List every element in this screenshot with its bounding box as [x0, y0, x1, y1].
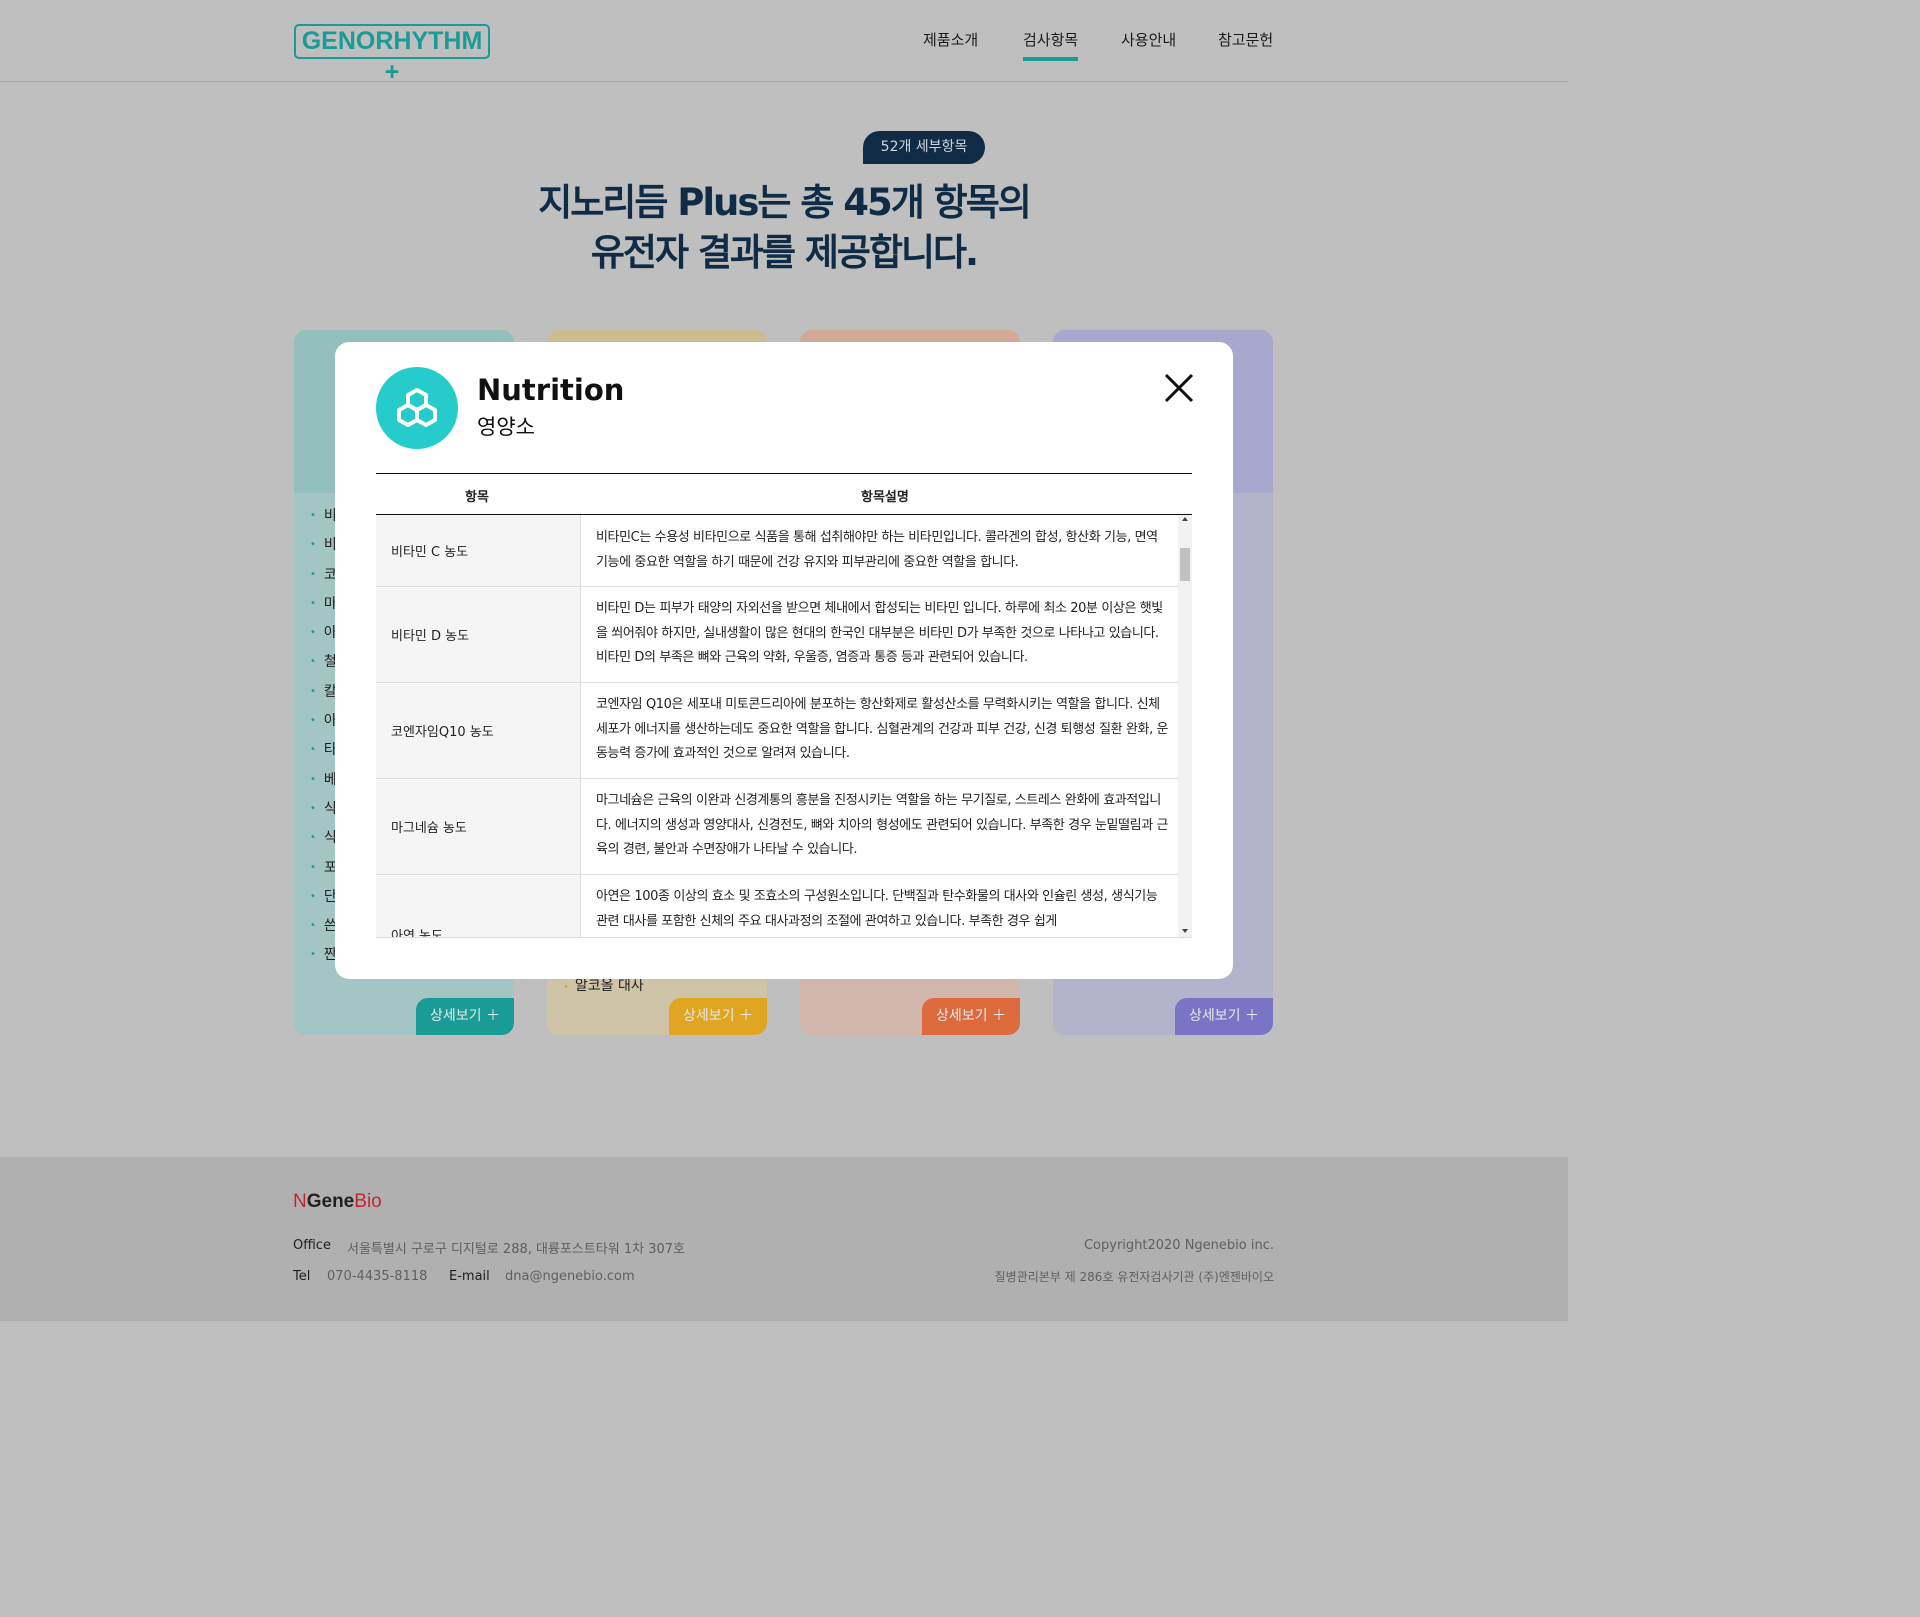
item-description: 비타민 D는 피부가 태양의 자외선을 받으면 체내에서 합성되는 비타민 입니…	[596, 601, 1163, 665]
item-name-cell: 아연 농도	[376, 875, 581, 938]
site-footer: NGeneBio Office 서울특별시 구로구 디지털로 288, 대륭포스…	[0, 1157, 1568, 1321]
item-name: 마그네슘 농도	[391, 821, 467, 836]
item-description: 마그네슘은 근육의 이완과 신경계통의 흥분을 진정시키는 역할을 하는 무기질…	[596, 793, 1169, 857]
list-item: 식	[310, 795, 337, 824]
nutrition-more-button[interactable]: 상세보기 ＋	[416, 998, 514, 1035]
more-button-label: 상세보기	[683, 1008, 735, 1024]
column-header-description: 항목설명	[861, 490, 909, 505]
scroll-up-arrow-icon[interactable]	[1182, 517, 1188, 521]
office-label: Office	[293, 1238, 331, 1253]
list-item: 칼	[310, 678, 337, 707]
item-name-cell: 비타민 D 농도	[376, 587, 581, 682]
nav-item-test-items[interactable]: 검사항목	[1023, 29, 1079, 61]
third-more-button[interactable]: 상세보기 ＋	[922, 998, 1020, 1035]
nutrition-icon-circle	[376, 367, 458, 449]
item-name-cell: 비타민 C 농도	[376, 515, 581, 586]
hexagon-cluster-icon	[397, 388, 437, 427]
table-body[interactable]: 비타민 C 농도 비타민C는 수용성 비타민으로 식품을 통해 섭취해야만 하는…	[376, 515, 1192, 938]
list-item: 아	[310, 707, 337, 736]
modal-subtitle: 영양소	[477, 415, 535, 439]
card-nutrition-list: 비 비 코 마 아 철 칼 아 타 베 식 식 포 단 쓴 짠	[310, 502, 337, 971]
nutrition-modal: Nutrition 영양소 항목 항목설명 비타민 C 농도 비타민C는 수용성…	[335, 342, 1233, 979]
list-item: 마	[310, 590, 337, 619]
ngenebio-logo: NGeneBio	[293, 1191, 382, 1212]
list-item: 철	[310, 648, 337, 677]
hero-headline-line1: 지노리듬 Plus는 총 45개 항목의	[538, 181, 1032, 224]
modal-title: Nutrition	[477, 373, 625, 407]
hero-headline-line2: 유전자 결과를 제공합니다.	[590, 231, 979, 274]
nav-item-product[interactable]: 제품소개	[923, 29, 978, 50]
table-scrollbar[interactable]	[1178, 515, 1192, 937]
table-header: 항목 항목설명	[376, 473, 1192, 515]
list-item: 코	[310, 561, 337, 590]
office-address: 서울특별시 구로구 디지털로 288, 대륭포스트타워 1차 307호	[347, 1242, 685, 1257]
table-row: 마그네슘 농도 마그네슘은 근육의 이완과 신경계통의 흥분을 진정시키는 역할…	[376, 779, 1178, 875]
second-more-button[interactable]: 상세보기 ＋	[669, 998, 767, 1035]
list-item: 식	[310, 824, 337, 853]
table-row: 비타민 C 농도 비타민C는 수용성 비타민으로 식품을 통해 섭취해야만 하는…	[376, 515, 1178, 587]
item-name: 비타민 C 농도	[391, 545, 469, 560]
table-row: 아연 농도 아연은 100종 이상의 효소 및 조효소의 구성원소입니다. 단백…	[376, 875, 1178, 938]
nav-item-guide[interactable]: 사용안내	[1121, 29, 1176, 50]
item-description: 코엔자임 Q10은 세포내 미토콘드리아에 분포하는 항산화제로 활성산소를 무…	[596, 697, 1169, 761]
item-name-cell: 마그네슘 농도	[376, 779, 581, 874]
scroll-down-arrow-icon[interactable]	[1182, 929, 1188, 933]
list-item: 단	[310, 883, 337, 912]
item-description: 아연은 100종 이상의 효소 및 조효소의 구성원소입니다. 단백질과 탄수화…	[596, 889, 1158, 929]
list-item-label: 알코올 대사	[574, 978, 644, 994]
more-button-label: 상세보기	[430, 1008, 482, 1024]
item-name-cell: 코엔자임Q10 농도	[376, 683, 581, 778]
tel-label: Tel	[293, 1269, 311, 1284]
scrollbar-thumb[interactable]	[1180, 548, 1190, 581]
item-name: 코엔자임Q10 농도	[391, 725, 494, 740]
site-header: GENORHYTHM + 제품소개 검사항목 사용안내 참고문헌	[0, 0, 1568, 86]
table-row: 코엔자임Q10 농도 코엔자임 Q10은 세포내 미토콘드리아에 분포하는 항산…	[376, 683, 1178, 779]
list-item: 짠	[310, 941, 337, 970]
genorhythm-logo[interactable]: GENORHYTHM +	[294, 24, 490, 86]
email-value[interactable]: dna@ngenebio.com	[505, 1269, 635, 1284]
list-item: 아	[310, 619, 337, 648]
list-item: 쓴	[310, 912, 337, 941]
email-label: E-mail	[449, 1269, 490, 1284]
copyright: Copyright2020 Ngenebio inc.	[1083, 1238, 1274, 1253]
tel-value: 070-4435-8118	[327, 1269, 428, 1284]
close-icon[interactable]	[1161, 370, 1197, 406]
list-item: 포	[310, 854, 337, 883]
list-item: 비	[310, 502, 337, 531]
item-name: 아연 농도	[391, 929, 443, 938]
more-button-label: 상세보기	[936, 1008, 988, 1024]
fourth-more-button[interactable]: 상세보기 ＋	[1175, 998, 1273, 1035]
item-name: 비타민 D 농도	[391, 629, 470, 644]
list-item: 타	[310, 736, 337, 765]
table-row: 비타민 D 농도 비타민 D는 피부가 태양의 자외선을 받으면 체내에서 합성…	[376, 587, 1178, 683]
nutrition-table: 항목 항목설명 비타민 C 농도 비타민C는 수용성 비타민으로 식품을 통해 …	[376, 473, 1192, 939]
list-item: 비	[310, 531, 337, 560]
nav-item-references[interactable]: 참고문헌	[1218, 29, 1273, 50]
detail-count-badge: 52개 세부항목	[863, 131, 985, 164]
column-header-item: 항목	[465, 490, 489, 505]
list-item: 베	[310, 766, 337, 795]
license-info: 질병관리본부 제 286호 유전자검사기관 (주)엔젠바이오	[994, 1270, 1274, 1284]
more-button-label: 상세보기	[1189, 1008, 1241, 1024]
item-description: 비타민C는 수용성 비타민으로 식품을 통해 섭취해야만 하는 비타민입니다. …	[596, 530, 1158, 570]
